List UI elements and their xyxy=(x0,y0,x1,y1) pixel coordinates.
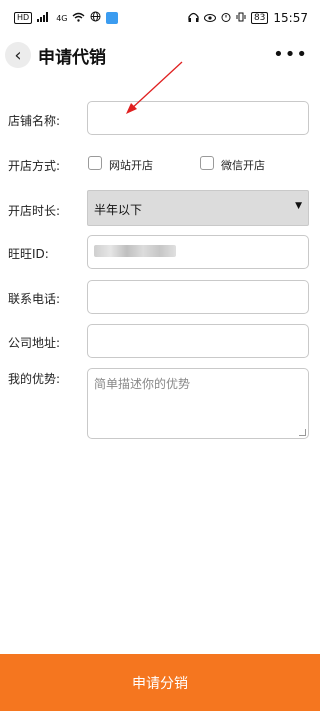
alarm-icon xyxy=(221,12,231,25)
signal-icon xyxy=(37,11,51,25)
wangwang-id-label: 旺旺ID: xyxy=(8,247,49,261)
headphone-icon xyxy=(188,12,199,25)
advantage-placeholder: 简单描述你的优势 xyxy=(94,377,191,391)
wangwang-id-input[interactable] xyxy=(87,235,309,269)
open-duration-select[interactable]: 半年以下 ▼ xyxy=(87,190,309,226)
more-options-button[interactable]: ••• xyxy=(273,44,308,65)
vibrate-icon xyxy=(236,12,246,25)
clock: 15:57 xyxy=(273,11,308,25)
wechat-open-label: 微信开店 xyxy=(221,159,265,172)
page-title: 申请代销 xyxy=(38,48,106,68)
chevron-left-icon: ‹ xyxy=(14,44,22,66)
back-button[interactable]: ‹ xyxy=(5,42,31,68)
status-bar: HD 4G 83 15:57 xyxy=(0,0,320,36)
app-notification-icon xyxy=(106,12,119,24)
apply-distribution-label: 申请分销 xyxy=(132,675,188,692)
address-label: 公司地址: xyxy=(8,336,61,350)
status-right: 83 15:57 xyxy=(188,11,308,25)
globe-icon xyxy=(90,11,101,25)
apply-distribution-button[interactable]: 申请分销 xyxy=(0,654,320,711)
advantage-textarea[interactable]: 简单描述你的优势 xyxy=(87,368,309,439)
caret-down-icon: ▼ xyxy=(295,201,302,211)
resize-grip-icon[interactable] xyxy=(299,429,306,436)
battery-indicator: 83 xyxy=(250,12,269,24)
address-input[interactable] xyxy=(87,324,309,358)
eye-icon xyxy=(203,12,216,25)
more-icon: ••• xyxy=(273,44,308,65)
blurred-id-value xyxy=(94,245,176,257)
advantage-label: 我的优势: xyxy=(8,372,61,386)
status-left: HD 4G xyxy=(14,11,119,25)
annotation-arrow-icon xyxy=(126,61,183,114)
website-open-label: 网站开店 xyxy=(109,159,153,172)
network-type-label: 4G xyxy=(56,13,68,23)
phone-label: 联系电话: xyxy=(8,292,61,306)
wechat-open-checkbox[interactable] xyxy=(200,156,214,170)
open-duration-value: 半年以下 xyxy=(94,203,143,217)
open-duration-label: 开店时长: xyxy=(8,204,61,218)
shop-name-label: 店铺名称: xyxy=(8,114,61,128)
phone-input[interactable] xyxy=(87,280,309,314)
open-method-label: 开店方式: xyxy=(8,159,61,173)
wifi-icon xyxy=(72,12,85,25)
website-open-checkbox[interactable] xyxy=(88,156,102,170)
hd-badge: HD xyxy=(14,12,33,24)
